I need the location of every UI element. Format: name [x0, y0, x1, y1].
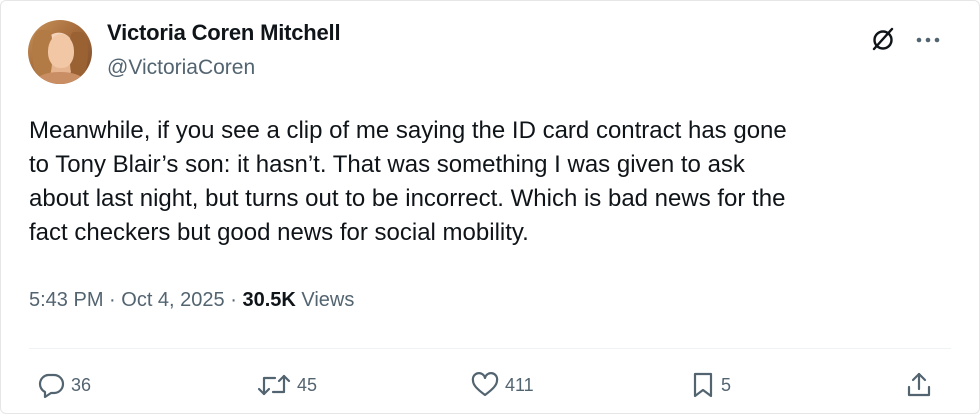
like-button[interactable]: 411: [471, 371, 534, 399]
views-count: 30.5K: [242, 289, 296, 311]
views-label: Views: [295, 289, 355, 311]
author-display-name[interactable]: Victoria Coren Mitchell: [107, 20, 341, 46]
bookmark-icon: [693, 372, 713, 398]
bookmark-count: 5: [721, 374, 732, 395]
reply-button[interactable]: 36: [37, 371, 91, 399]
author-handle[interactable]: @VictoriaCoren: [107, 56, 255, 80]
avatar[interactable]: [28, 20, 92, 84]
more-icon[interactable]: [916, 37, 940, 43]
repost-icon: [257, 374, 291, 396]
bookmark-button[interactable]: 5: [691, 371, 731, 399]
tweet-text: Meanwhile, if you see a clip of me sayin…: [29, 117, 787, 246]
like-count: 411: [505, 374, 534, 395]
tweet-card: Victoria Coren Mitchell @VictoriaCoren M…: [0, 0, 980, 414]
repost-count: 45: [297, 374, 318, 395]
meta-separator: ·: [224, 289, 243, 311]
share-icon: [907, 372, 931, 397]
avatar-face: [48, 34, 74, 68]
grok-icon[interactable]: [870, 26, 896, 52]
avatar-shoulder: [36, 72, 84, 84]
share-button[interactable]: [906, 371, 932, 399]
repost-button[interactable]: 45: [257, 371, 317, 399]
tweet-date[interactable]: Oct 4, 2025: [121, 289, 224, 311]
divider: [29, 348, 951, 349]
reply-icon: [38, 373, 65, 398]
tweet-meta: 5:43 PM · Oct 4, 2025 · 30.5K Views: [29, 289, 354, 312]
reply-count: 36: [71, 374, 92, 395]
like-icon: [471, 372, 499, 397]
meta-separator: ·: [103, 289, 122, 311]
tweet-time[interactable]: 5:43 PM: [29, 289, 103, 311]
